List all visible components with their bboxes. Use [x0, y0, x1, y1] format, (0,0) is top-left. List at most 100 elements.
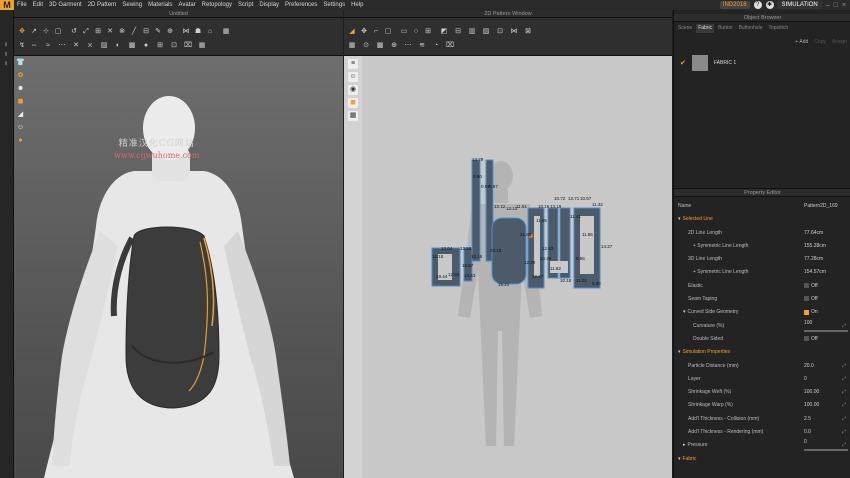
viewport-2d[interactable]: ≡ ☺ ◉ ◼ ▦ 13.79 0.50 0.67 10.72 13.71 10… — [344, 56, 672, 478]
measure-2d-icon[interactable]: ⌧ — [446, 42, 454, 50]
trash-icon[interactable]: ⌧ — [184, 42, 192, 50]
menu-preferences[interactable]: Preferences — [282, 0, 320, 10]
tab-topstitch[interactable]: Topstitch — [766, 24, 790, 33]
free-sewing-icon[interactable]: ⋈ — [510, 28, 518, 36]
mirror-icon[interactable]: ⇔ — [30, 42, 38, 50]
expand-arrow-icon[interactable]: ▸ — [683, 442, 686, 448]
property-value[interactable]: Off — [804, 293, 818, 306]
simulation-toggle[interactable]: SIMULATION — [777, 1, 822, 9]
property-value[interactable]: Pattern2D_169 — [804, 200, 838, 213]
minimize-icon[interactable]: – — [826, 2, 830, 9]
measure-icon[interactable]: ⊞ — [94, 28, 102, 36]
edit-value-icon[interactable]: ⤢ — [842, 320, 846, 333]
menu-retopology[interactable]: Retopology — [199, 0, 235, 10]
hanger-icon[interactable]: ⌂ — [206, 28, 214, 36]
menu-avatar[interactable]: Avatar — [175, 0, 198, 10]
fabric-icon[interactable]: ▨ — [100, 42, 108, 50]
settings-icon[interactable]: ✱ — [765, 1, 774, 9]
piping-icon[interactable]: ◔ — [432, 42, 440, 50]
library-strip-icon[interactable]: ▮ ▮ ▮ — [3, 40, 9, 66]
select-pattern-icon[interactable]: ◢ — [348, 28, 356, 36]
property-value[interactable]: 155.28cm — [804, 240, 826, 253]
user-badge[interactable]: IND2018 — [719, 1, 750, 9]
property-value[interactable]: 77.28cm — [804, 253, 823, 266]
menu-settings[interactable]: Settings — [320, 0, 348, 10]
cylinder-icon[interactable]: ⊡ — [170, 42, 178, 50]
property-value[interactable]: 100.00 — [804, 386, 819, 399]
menu-edit[interactable]: Edit — [30, 0, 46, 10]
tab-fabric[interactable]: Fabric — [696, 24, 715, 33]
cross-icon[interactable]: ✕ — [72, 42, 80, 50]
shade-icon[interactable]: ◐ — [114, 42, 122, 50]
fold-line-icon[interactable]: ▥ — [468, 28, 476, 36]
tab-buttonhole[interactable]: Buttonhole — [737, 24, 765, 33]
button-2d-icon[interactable]: ⊕ — [390, 42, 398, 50]
property-value[interactable]: 77.64cm — [804, 227, 823, 240]
edit-value-icon[interactable]: ⤢ — [842, 399, 846, 412]
sew-icon[interactable]: ⨯ — [86, 42, 94, 50]
rectangle-icon[interactable]: ▭ — [400, 28, 408, 36]
edit-value-icon[interactable]: ⤢ — [842, 413, 846, 426]
avatar-tool-icon[interactable]: ☗ — [194, 28, 202, 36]
menu-3d-garment[interactable]: 3D Garment — [46, 0, 85, 10]
circle-icon[interactable]: ○ — [412, 28, 420, 36]
transform-icon[interactable]: ↗ — [30, 28, 38, 36]
property-value[interactable]: 100.00 — [804, 399, 819, 412]
property-row[interactable]: ▾ Simulation Properties — [674, 346, 850, 359]
pen-icon[interactable]: ✎ — [154, 28, 162, 36]
zipper-icon[interactable]: ⋈ — [182, 28, 190, 36]
help-icon[interactable]: ? — [753, 1, 762, 9]
dart-icon[interactable]: ◩ — [440, 28, 448, 36]
box-icon[interactable]: ▢ — [54, 28, 62, 36]
transform-pattern-icon[interactable]: ✥ — [360, 28, 368, 36]
tab-button[interactable]: Button — [716, 24, 734, 33]
copy-button[interactable]: Copy — [814, 39, 826, 45]
texture-icon[interactable]: ▩ — [128, 42, 136, 50]
topstitch-icon[interactable]: ⋯ — [404, 42, 412, 50]
checkbox[interactable] — [804, 309, 809, 315]
select-move-icon[interactable]: ✥ — [18, 28, 26, 36]
internal-line-icon[interactable]: ⊞ — [424, 28, 432, 36]
strengthen-icon[interactable]: ✕ — [106, 28, 114, 36]
fold-icon[interactable]: ↺ — [70, 28, 78, 36]
fabric-list-item[interactable]: ✔ FABRIC 1 — [680, 53, 845, 73]
checkbox[interactable] — [804, 296, 809, 302]
edit-value-icon[interactable]: ⤢ — [842, 426, 846, 439]
flatten-icon[interactable]: ⤢ — [82, 28, 90, 36]
polygon-icon[interactable]: ▢ — [384, 28, 392, 36]
menu-display[interactable]: Display — [256, 0, 282, 10]
pin-icon[interactable]: ⊹ — [42, 28, 50, 36]
trace-icon[interactable]: ⊟ — [454, 28, 462, 36]
property-row[interactable]: ▾ Selected Line — [674, 213, 850, 226]
edit-value-icon[interactable]: ⤢ — [842, 360, 846, 373]
graphic-icon[interactable]: ▩ — [376, 42, 384, 50]
stitch-icon[interactable]: ⋯ — [58, 42, 66, 50]
grid2-icon[interactable]: ▦ — [198, 42, 206, 50]
property-value[interactable]: Off — [804, 333, 818, 346]
tape-icon[interactable]: ⊟ — [142, 28, 150, 36]
menu-sewing[interactable]: Sewing — [119, 0, 145, 10]
pattern-grid-icon[interactable]: ▦ — [348, 42, 356, 50]
menu-2d-pattern[interactable]: 2D Pattern — [85, 0, 120, 10]
property-value[interactable]: 100 — [804, 317, 812, 330]
close-icon[interactable]: × — [842, 2, 846, 9]
property-value[interactable]: 0 — [804, 373, 807, 386]
ruler-icon[interactable]: ╱ — [130, 28, 138, 36]
collapse-arrow-icon[interactable]: ▾ — [683, 309, 686, 315]
maximize-icon[interactable]: □ — [834, 2, 838, 9]
texture-edit-icon[interactable]: ⊙ — [362, 42, 370, 50]
menu-materials[interactable]: Materials — [145, 0, 175, 10]
tab-scene[interactable]: Scene — [676, 24, 694, 33]
checkbox[interactable] — [804, 282, 809, 288]
segment-sewing-icon[interactable]: ⊡ — [496, 28, 504, 36]
property-value[interactable]: 20.0 — [804, 360, 814, 373]
collapse-arrow-icon[interactable]: ▾ — [678, 349, 681, 355]
property-value[interactable]: Off — [804, 280, 818, 293]
seam-allowance-icon[interactable]: ▨ — [482, 28, 490, 36]
collapse-arrow-icon[interactable]: ▾ — [678, 216, 681, 222]
fabric-swatch[interactable] — [691, 55, 708, 71]
button-tool-icon[interactable]: ⊕ — [166, 28, 174, 36]
puckering-icon[interactable]: ≋ — [418, 42, 426, 50]
dot-icon[interactable]: ● — [142, 42, 150, 50]
add-button[interactable]: + Add — [795, 39, 808, 45]
